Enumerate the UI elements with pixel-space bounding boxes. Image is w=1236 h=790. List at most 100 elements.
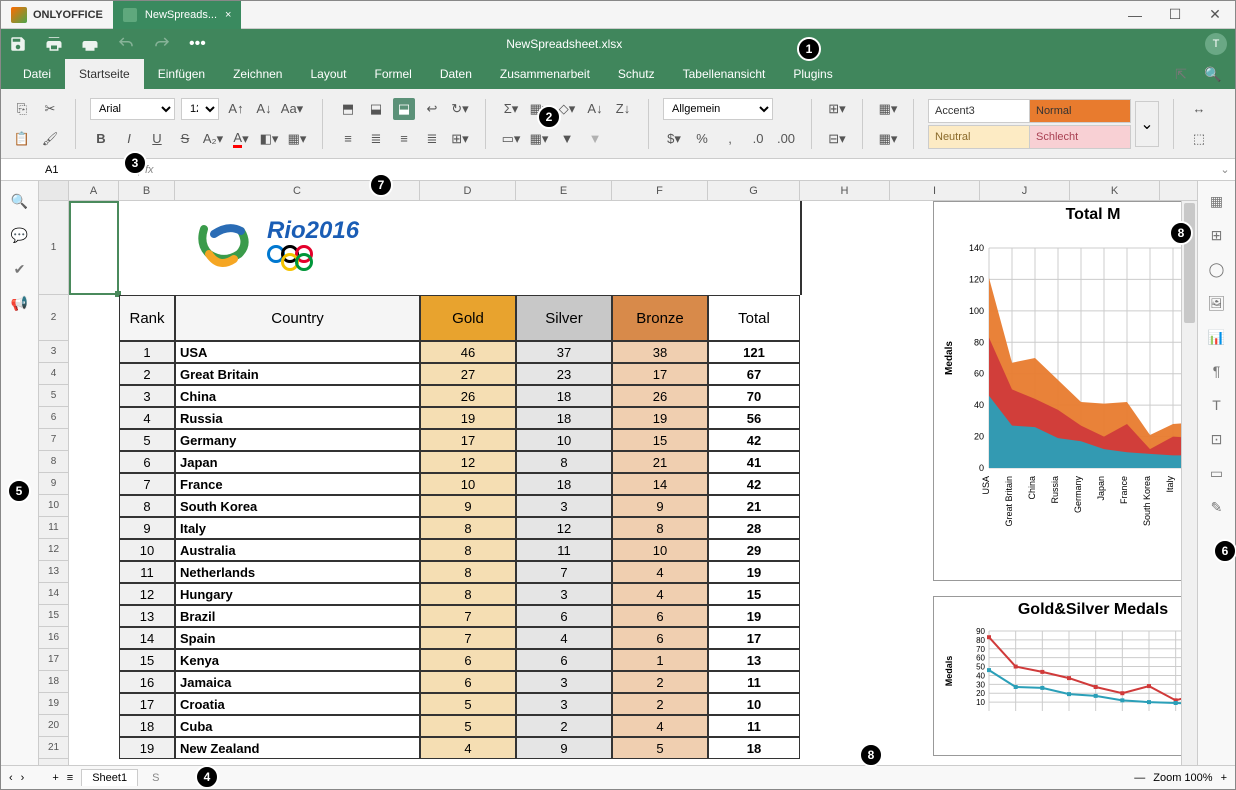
table-cell[interactable]: 70 (708, 385, 800, 407)
table-cell[interactable]: 56 (708, 407, 800, 429)
table-cell[interactable]: 15 (119, 649, 175, 671)
table-cell[interactable]: 10 (612, 539, 708, 561)
search-header-icon[interactable]: 🔍 (1203, 64, 1223, 84)
table-settings-icon[interactable]: ⊞ (1207, 225, 1227, 245)
table-cell[interactable]: 19 (708, 605, 800, 627)
menu-tab-tabellenansicht[interactable]: Tabellenansicht (669, 59, 780, 89)
chart-gold-silver[interactable]: Gold&Silver Medals 102030405060708090Med… (933, 596, 1197, 756)
delete-cells-icon[interactable]: ⊟▾ (826, 128, 848, 150)
table-cell[interactable]: 15 (708, 583, 800, 605)
table-cell[interactable]: Germany (175, 429, 420, 451)
cell-settings-icon[interactable]: ▦ (1207, 191, 1227, 211)
zoom-in-icon[interactable]: + (1221, 772, 1227, 784)
menu-tab-layout[interactable]: Layout (296, 59, 360, 89)
table-cell[interactable]: Brazil (175, 605, 420, 627)
row-header-20[interactable]: 20 (39, 715, 68, 737)
col-header-D[interactable]: D (420, 181, 516, 200)
row-header-18[interactable]: 18 (39, 671, 68, 693)
table-cell[interactable]: 8 (420, 583, 516, 605)
italic-button[interactable]: I (118, 128, 140, 150)
menu-tab-datei[interactable]: Datei (9, 59, 65, 89)
add-sheet-icon[interactable]: + (52, 772, 58, 784)
table-cell[interactable]: Croatia (175, 693, 420, 715)
quick-print-icon[interactable] (81, 35, 99, 53)
sort-desc-icon[interactable]: Z↓ (612, 98, 634, 120)
table-cell[interactable]: 3 (516, 671, 612, 693)
app-logo[interactable]: ONLYOFFICE (1, 7, 113, 23)
zoom-out-icon[interactable]: — (1134, 772, 1145, 784)
table-cell[interactable]: 6 (612, 627, 708, 649)
table-cell[interactable]: 3 (516, 495, 612, 517)
table-cell[interactable]: 1 (612, 649, 708, 671)
table-cell[interactable]: 1 (119, 341, 175, 363)
merge-cells-icon[interactable]: ⊞▾ (449, 128, 471, 150)
row-header-16[interactable]: 16 (39, 627, 68, 649)
header-cell-country[interactable]: Country (175, 295, 420, 341)
table-cell[interactable]: 12 (420, 451, 516, 473)
table-cell[interactable]: 19 (420, 407, 516, 429)
table-template-icon[interactable]: ▦▾ (877, 98, 899, 120)
table-cell[interactable]: 6 (516, 649, 612, 671)
menu-tab-plugins[interactable]: Plugins (779, 59, 846, 89)
align-middle-icon[interactable]: ⬓ (365, 98, 387, 120)
style-accent3[interactable]: Accent3 (929, 100, 1029, 122)
redo-icon[interactable] (153, 35, 171, 53)
vertical-scrollbar[interactable] (1181, 201, 1197, 765)
chart-settings-icon[interactable]: 📊 (1207, 327, 1227, 347)
table-cell[interactable]: 11 (708, 715, 800, 737)
table-cell[interactable]: 10 (119, 539, 175, 561)
row-header-3[interactable]: 3 (39, 341, 68, 363)
table-cell[interactable]: 10 (420, 473, 516, 495)
row-header-15[interactable]: 15 (39, 605, 68, 627)
table-cell[interactable]: 8 (119, 495, 175, 517)
wrap-text-icon[interactable]: ↩ (421, 98, 443, 120)
table-cell[interactable]: 18 (708, 737, 800, 759)
table-cell[interactable]: 7 (516, 561, 612, 583)
sheet-tab-active[interactable]: Sheet1 (81, 769, 138, 786)
table-cell[interactable]: 17 (708, 627, 800, 649)
spellcheck-icon[interactable]: ✔ (10, 259, 30, 279)
table-cell[interactable]: 18 (119, 715, 175, 737)
table-cell[interactable]: 11 (516, 539, 612, 561)
chart-total-medals[interactable]: Total M 020406080100120140USAGreat Brita… (933, 201, 1197, 581)
table-cell[interactable]: 15 (612, 429, 708, 451)
table-cell[interactable]: 9 (516, 737, 612, 759)
table-cell[interactable]: 6 (516, 605, 612, 627)
table-cell[interactable]: USA (175, 341, 420, 363)
table-cell[interactable]: 14 (612, 473, 708, 495)
table-cell[interactable]: 18 (516, 473, 612, 495)
table-cell[interactable]: 19 (612, 407, 708, 429)
print-icon[interactable] (45, 35, 63, 53)
table-cell[interactable]: 19 (708, 561, 800, 583)
table-cell[interactable]: 6 (420, 671, 516, 693)
styles-expand-icon[interactable]: ⌄ (1135, 101, 1159, 147)
decrease-decimal-icon[interactable]: .0 (747, 128, 769, 150)
number-format-select[interactable]: Allgemein (663, 98, 773, 120)
table-cell[interactable]: France (175, 473, 420, 495)
table-cell[interactable]: 26 (420, 385, 516, 407)
copy-icon[interactable]: ⎘ (11, 98, 33, 120)
align-justify-icon[interactable]: ≣ (421, 128, 443, 150)
table-cell[interactable]: Russia (175, 407, 420, 429)
table-cell[interactable]: 23 (516, 363, 612, 385)
table-cell[interactable]: 2 (516, 715, 612, 737)
header-cell-rank[interactable]: Rank (119, 295, 175, 341)
next-sheet-icon[interactable]: › (21, 772, 25, 784)
format-table-icon[interactable]: ▦▾ (877, 128, 899, 150)
col-header-F[interactable]: F (612, 181, 708, 200)
cut-icon[interactable]: ✂ (39, 98, 61, 120)
table-cell[interactable]: 8 (420, 517, 516, 539)
table-cell[interactable]: 27 (420, 363, 516, 385)
table-cell[interactable]: 8 (420, 539, 516, 561)
menu-tab-formel[interactable]: Formel (361, 59, 426, 89)
col-header-A[interactable]: A (69, 181, 119, 200)
header-cell-bronze[interactable]: Bronze (612, 295, 708, 341)
table-cell[interactable]: 42 (708, 429, 800, 451)
row-header-12[interactable]: 12 (39, 539, 68, 561)
col-header-E[interactable]: E (516, 181, 612, 200)
menu-tab-daten[interactable]: Daten (426, 59, 486, 89)
table-cell[interactable]: 41 (708, 451, 800, 473)
table-cell[interactable]: 121 (708, 341, 800, 363)
table-cell[interactable]: 4 (516, 627, 612, 649)
table-cell[interactable]: 10 (708, 693, 800, 715)
